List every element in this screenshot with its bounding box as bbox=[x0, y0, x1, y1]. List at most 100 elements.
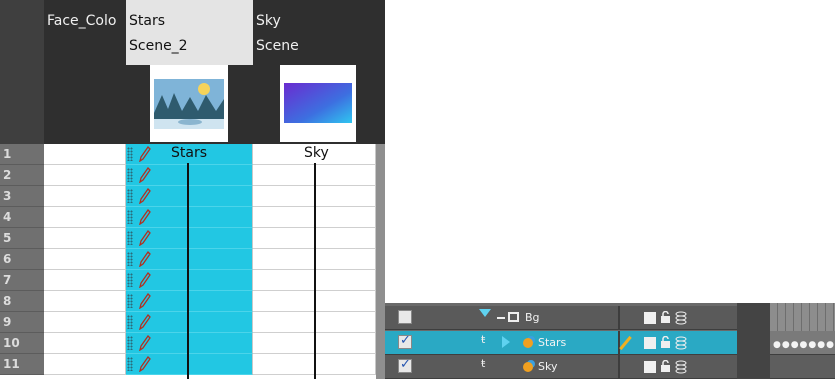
column-header-sky[interactable]: Sky Scene bbox=[253, 0, 376, 144]
frame-ruler[interactable] bbox=[770, 303, 835, 331]
scrollbar-top bbox=[376, 0, 385, 144]
cell-stars[interactable] bbox=[126, 165, 253, 186]
layer-row-bg[interactable]: Bg bbox=[385, 306, 737, 330]
frame-row-stars[interactable]: ●●●●●●● bbox=[770, 331, 835, 355]
cell-stars[interactable] bbox=[126, 333, 253, 354]
drag-handle-icon[interactable] bbox=[127, 357, 133, 371]
expand-arrow-icon[interactable] bbox=[479, 309, 491, 317]
frame-number[interactable]: 10 bbox=[0, 333, 44, 354]
column-divider bbox=[618, 355, 620, 379]
drawing-layer-icon bbox=[523, 338, 533, 348]
timeline-layer-list: Bg ✓ ŧ Stars ✓ ŧ Sky bbox=[385, 303, 737, 379]
cell-stars[interactable] bbox=[126, 186, 253, 207]
frame-number[interactable]: 9 bbox=[0, 312, 44, 333]
layer-row-stars[interactable]: ✓ ŧ Stars bbox=[385, 331, 737, 355]
cell-drawing-name: Stars bbox=[171, 145, 208, 161]
layer-name: Stars bbox=[538, 336, 567, 349]
group-icon bbox=[508, 312, 519, 322]
drag-handle-icon[interactable] bbox=[127, 147, 133, 161]
cell-stars[interactable] bbox=[126, 207, 253, 228]
cell-face-colo[interactable] bbox=[44, 312, 126, 333]
cell-face-colo[interactable] bbox=[44, 207, 126, 228]
layer-enable-checkbox[interactable] bbox=[398, 310, 412, 324]
drag-handle-icon[interactable] bbox=[127, 189, 133, 203]
column-scene-name: Scene_2 bbox=[129, 38, 188, 54]
cell-face-colo[interactable] bbox=[44, 186, 126, 207]
thumbnail-strip bbox=[126, 65, 253, 144]
frame-number[interactable]: 7 bbox=[0, 270, 44, 291]
play-arrow-icon[interactable] bbox=[502, 336, 510, 348]
column-scene-name: Scene bbox=[256, 38, 299, 54]
layer-stack-icon[interactable] bbox=[675, 360, 687, 374]
cell-drawing-name: Sky bbox=[304, 145, 329, 161]
frame-row-sky[interactable] bbox=[770, 355, 835, 379]
cell-face-colo[interactable] bbox=[44, 144, 126, 165]
cell-face-colo[interactable] bbox=[44, 228, 126, 249]
color-swatch-icon[interactable] bbox=[644, 312, 656, 324]
cell-stars[interactable] bbox=[126, 312, 253, 333]
layer-enable-checkbox[interactable]: ✓ bbox=[398, 357, 412, 373]
vertical-scrollbar[interactable] bbox=[376, 144, 385, 379]
drag-handle-icon[interactable] bbox=[127, 168, 133, 182]
frame-number[interactable]: 8 bbox=[0, 291, 44, 312]
drag-handle-icon[interactable] bbox=[127, 336, 133, 350]
timeline-splitter[interactable] bbox=[737, 303, 770, 379]
column-name: Stars bbox=[129, 13, 166, 29]
cell-sky[interactable]: Sky bbox=[253, 144, 376, 165]
cell-face-colo[interactable] bbox=[44, 291, 126, 312]
cell-stars[interactable] bbox=[126, 291, 253, 312]
drag-handle-icon[interactable] bbox=[127, 294, 133, 308]
frame-number[interactable]: 2 bbox=[0, 165, 44, 186]
cell-face-colo[interactable] bbox=[44, 165, 126, 186]
frame-number[interactable]: 4 bbox=[0, 207, 44, 228]
cell-stars[interactable] bbox=[126, 354, 253, 375]
drag-handle-icon[interactable] bbox=[127, 273, 133, 287]
exposure-hold-line bbox=[314, 163, 316, 379]
column-divider bbox=[618, 331, 620, 355]
layer-enable-checkbox[interactable]: ✓ bbox=[398, 333, 412, 349]
frame-number[interactable]: 11 bbox=[0, 354, 44, 375]
lock-icon[interactable] bbox=[661, 311, 670, 323]
cell-stars[interactable] bbox=[126, 270, 253, 291]
cell-face-colo[interactable] bbox=[44, 270, 126, 291]
exposure-dots: ●●●●●●● bbox=[773, 340, 835, 350]
drawing-layer-icon bbox=[523, 362, 533, 372]
timeline-frame-area[interactable]: ●●●●●●● bbox=[770, 303, 835, 379]
drag-handle-icon[interactable] bbox=[127, 315, 133, 329]
color-swatch-icon[interactable] bbox=[644, 361, 656, 373]
cell-stars[interactable]: Stars bbox=[126, 144, 253, 165]
cell-face-colo[interactable] bbox=[44, 249, 126, 270]
drag-handle-icon[interactable] bbox=[127, 252, 133, 266]
layer-name: Sky bbox=[538, 360, 558, 373]
frame-number[interactable]: 1 bbox=[0, 144, 44, 165]
cell-stars[interactable] bbox=[126, 228, 253, 249]
frame-number[interactable]: 5 bbox=[0, 228, 44, 249]
color-swatch-icon[interactable] bbox=[644, 337, 656, 349]
peg-icon: ŧ bbox=[481, 357, 486, 370]
column-name: Face_Colo bbox=[47, 13, 117, 29]
layer-row-sky[interactable]: ✓ ŧ Sky bbox=[385, 355, 737, 379]
frame-number[interactable]: 6 bbox=[0, 249, 44, 270]
exposure-hold-line bbox=[187, 163, 189, 379]
stars-thumbnail bbox=[150, 65, 228, 142]
xsheet-corner bbox=[0, 0, 44, 144]
cell-face-colo[interactable] bbox=[44, 354, 126, 375]
column-header-face-colo[interactable]: Face_Colo bbox=[44, 0, 126, 144]
drag-handle-icon[interactable] bbox=[127, 210, 133, 224]
cell-face-colo[interactable] bbox=[44, 333, 126, 354]
drag-handle-icon[interactable] bbox=[127, 231, 133, 245]
thumbnail-strip bbox=[253, 65, 376, 144]
sky-thumbnail bbox=[280, 65, 356, 142]
layer-stack-icon[interactable] bbox=[675, 311, 687, 325]
cell-stars[interactable] bbox=[126, 249, 253, 270]
frame-number[interactable]: 3 bbox=[0, 186, 44, 207]
peg-icon: ŧ bbox=[481, 333, 486, 346]
lock-icon[interactable] bbox=[661, 360, 670, 372]
column-divider bbox=[618, 306, 620, 330]
thumbnail-strip bbox=[44, 65, 126, 144]
xsheet-row: 1 Stars Sky bbox=[0, 144, 376, 165]
lock-icon[interactable] bbox=[661, 336, 670, 348]
pencil-icon[interactable] bbox=[619, 335, 632, 351]
column-header-stars[interactable]: Stars Scene_2 bbox=[126, 0, 253, 144]
layer-stack-icon[interactable] bbox=[675, 336, 687, 350]
